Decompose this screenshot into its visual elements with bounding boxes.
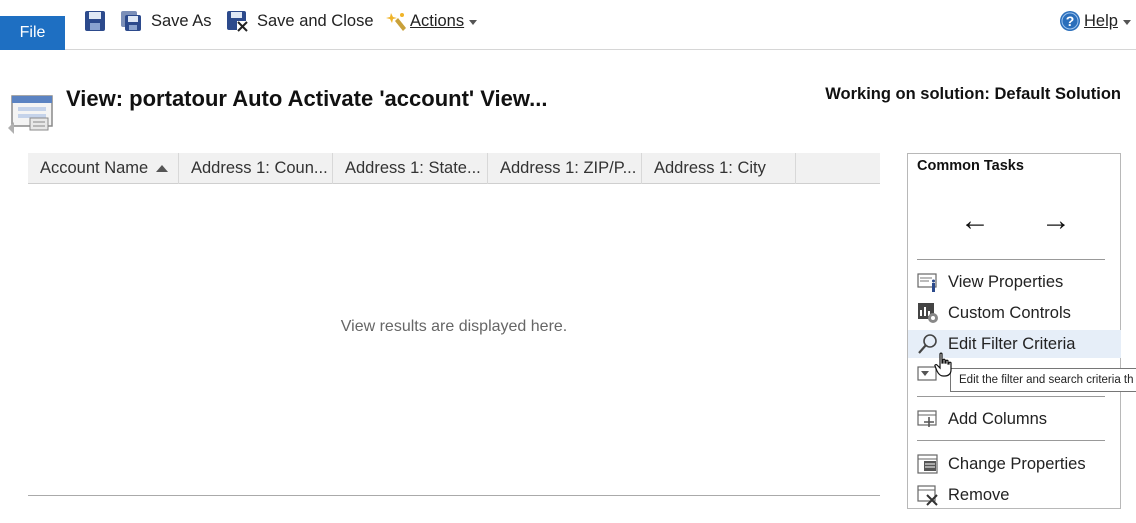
page-title: View: portatour Auto Activate 'account' … (66, 86, 548, 111)
add-columns-icon (917, 410, 937, 427)
column-header-address-state[interactable]: Address 1: State... (333, 153, 488, 184)
change-properties-icon (917, 454, 938, 474)
actions-menu-button[interactable]: Actions (386, 8, 478, 34)
task-label: View Properties (948, 272, 1064, 291)
svg-text:?: ? (1066, 13, 1075, 29)
column-header-address-country[interactable]: Address 1: Coun... (179, 153, 333, 184)
task-label: Custom Controls (948, 303, 1071, 322)
divider (917, 440, 1105, 441)
save-as-button[interactable]: Save As (120, 8, 212, 34)
task-view-properties[interactable]: View Properties (908, 268, 1121, 296)
sort-ascending-icon (156, 165, 169, 172)
command-ribbon: File Save As Save and Close Actions ? He… (0, 0, 1136, 50)
common-tasks-title: Common Tasks (917, 158, 1024, 174)
save-as-icon (121, 11, 141, 31)
actions-label: Actions (410, 11, 465, 30)
column-label: Address 1: State... (345, 159, 481, 177)
save-and-close-label: Save and Close (257, 11, 374, 30)
task-add-columns[interactable]: Add Columns (908, 405, 1121, 433)
column-header-account-name[interactable]: Account Name (28, 153, 179, 184)
view-entity-icon (8, 95, 53, 134)
task-label: Remove (948, 485, 1010, 504)
column-label: Address 1: ZIP/P... (500, 159, 637, 177)
remove-icon (917, 485, 938, 506)
chevron-down-icon (1122, 19, 1131, 25)
task-label: Add Columns (948, 409, 1048, 428)
task-label: Edit Filter Criteria (948, 334, 1076, 353)
save-as-label: Save As (151, 11, 212, 30)
column-label: Address 1: Coun... (191, 159, 328, 177)
move-right-arrow-icon[interactable]: → (1041, 206, 1071, 236)
tooltip: Edit the filter and search criteria th (950, 368, 1136, 392)
common-tasks-panel: Common Tasks ← → View Properties Custom … (907, 153, 1121, 509)
task-custom-controls[interactable]: Custom Controls (908, 299, 1121, 327)
hand-cursor-icon (934, 352, 952, 377)
move-left-arrow-icon[interactable]: ← (960, 206, 990, 236)
grid-header: Account Name Address 1: Coun... Address … (28, 153, 880, 184)
column-header-address-city[interactable]: Address 1: City (642, 153, 796, 184)
help-label: Help (1084, 11, 1118, 30)
save-and-close-icon (227, 11, 248, 32)
help-menu-button[interactable]: ? Help (1059, 8, 1131, 34)
solution-indicator: Working on solution: Default Solution (825, 85, 1121, 103)
save-icon (85, 11, 105, 31)
divider (917, 396, 1105, 397)
grid-bottom-divider (28, 495, 880, 496)
save-and-close-button[interactable]: Save and Close (226, 8, 374, 34)
chevron-down-icon (469, 19, 478, 25)
task-change-properties[interactable]: Change Properties (908, 450, 1121, 478)
file-tab[interactable]: File (0, 16, 65, 50)
column-label: Address 1: City (654, 159, 766, 177)
actions-sparkle-icon (386, 13, 406, 31)
grid-empty-message: View results are displayed here. (340, 318, 568, 335)
help-icon: ? (1060, 11, 1080, 31)
view-properties-icon (917, 273, 937, 292)
task-remove[interactable]: Remove (908, 481, 1121, 509)
task-label: Change Properties (948, 454, 1086, 473)
column-header-address-zip[interactable]: Address 1: ZIP/P... (488, 153, 642, 184)
column-label: Account Name (40, 159, 149, 177)
divider (917, 259, 1105, 260)
save-button[interactable] (84, 8, 115, 34)
custom-controls-icon (918, 303, 938, 323)
